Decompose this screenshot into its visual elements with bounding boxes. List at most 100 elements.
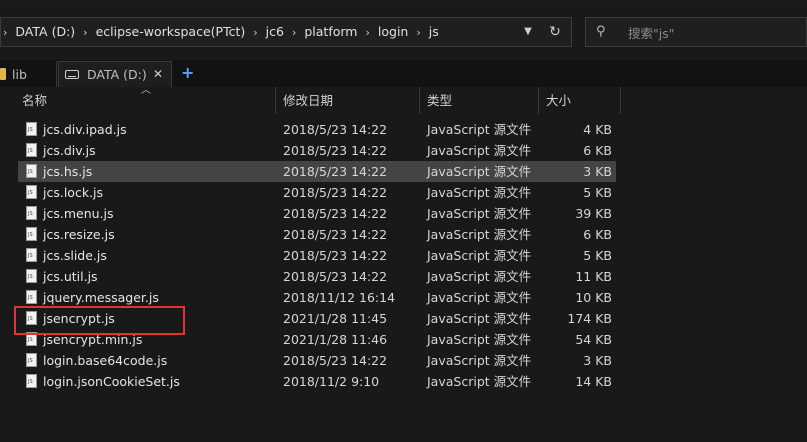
file-row[interactable]: jcs.hs.js 2018/5/23 14:22 JavaScript 源文件 3 … [18,161,616,182]
file-name: jcs.div.js [43,143,96,158]
file-name: jcs.slide.js [43,248,107,263]
file-type: JavaScript 源文件 [427,122,532,137]
drive-icon [65,70,79,79]
breadcrumb-chevron-icon[interactable]: › [251,26,259,39]
file-date: 2018/11/2 9:10 [283,374,380,389]
breadcrumb-item[interactable]: js [423,18,445,46]
file-row[interactable]: jcs.slide.js 2018/5/23 14:22 JavaScript 源文… [18,245,616,266]
column-divider[interactable] [275,87,276,114]
js-file-icon [26,332,37,346]
file-name: jcs.util.js [43,269,98,284]
column-date[interactable]: 修改日期 [277,87,419,114]
file-size: 4 KB [583,122,612,137]
breadcrumb-chevron-icon[interactable]: › [363,26,371,39]
file-date: 2018/5/23 14:22 [283,164,388,179]
js-file-icon [26,248,37,262]
column-size-label: 大小 [546,93,572,108]
file-size: 11 KB [575,269,612,284]
file-row[interactable]: jcs.div.js 2018/5/23 14:22 JavaScript 源文件 6… [18,140,616,161]
file-name: login.jsonCookieSet.js [43,374,180,389]
file-row[interactable]: jcs.lock.js 2018/5/23 14:22 JavaScript 源文件… [18,182,616,203]
address-bar[interactable]: › DATA (D:) › eclipse-workspace(PTct) › jc6 ›… [0,17,572,47]
breadcrumb-item[interactable]: jc6 [260,18,290,46]
file-date: 2018/5/23 14:22 [283,206,388,221]
file-size: 6 KB [583,227,612,242]
column-divider[interactable] [620,87,621,114]
file-type: JavaScript 源文件 [427,206,532,221]
file-name: jsencrypt.min.js [43,332,143,347]
refresh-icon[interactable]: ↻ [546,23,564,41]
file-row[interactable]: jquery.messager.js 2018/11/12 16:14 JavaSc… [18,287,616,308]
column-size[interactable]: 大小 [540,87,620,114]
file-type: JavaScript 源文件 [427,248,532,263]
file-name: jcs.menu.js [43,206,114,221]
file-name: jcs.div.ipad.js [43,122,127,137]
js-file-icon [26,206,37,220]
file-type: JavaScript 源文件 [427,269,532,284]
file-row[interactable]: jcs.menu.js 2018/5/23 14:22 JavaScript 源文件… [18,203,616,224]
js-file-icon [26,353,37,367]
file-date: 2018/5/23 14:22 [283,269,388,284]
empty-pane-area [622,87,807,442]
file-row[interactable]: jsencrypt.min.js 2021/1/28 11:46 JavaScrip… [18,329,616,350]
file-size: 5 KB [583,185,612,200]
file-name: login.base64code.js [43,353,168,368]
file-date: 2018/5/23 14:22 [283,143,388,158]
file-row[interactable]: login.base64code.js 2018/5/23 14:22 JavaSc… [18,350,616,371]
column-type[interactable]: 类型 [421,87,538,114]
file-date: 2018/5/23 14:22 [283,353,388,368]
file-size: 3 KB [583,164,612,179]
new-tab-icon[interactable]: + [181,63,194,82]
file-size: 39 KB [575,206,612,221]
file-row[interactable]: jcs.resize.js 2018/5/23 14:22 JavaScript 源… [18,224,616,245]
js-file-icon [26,269,37,283]
close-icon[interactable]: ✕ [153,67,163,81]
file-date: 2018/5/23 14:22 [283,248,388,263]
file-size: 6 KB [583,143,612,158]
file-type: JavaScript 源文件 [427,290,532,305]
chevron-down-icon[interactable]: ▼ [520,24,536,40]
column-header: ︿ 名称 修改日期 类型 大小 [0,85,622,114]
file-row[interactable]: jcs.div.ipad.js 2018/5/23 14:22 JavaScript… [18,119,616,140]
tab-label: lib [12,66,27,82]
file-date: 2021/1/28 11:46 [283,332,388,347]
search-box[interactable]: ⚲ [585,17,807,47]
breadcrumb-chevron-icon[interactable]: › [414,26,422,39]
file-type: JavaScript 源文件 [427,185,532,200]
js-file-icon [26,185,37,199]
file-size: 174 KB [567,311,612,326]
search-input[interactable] [626,22,800,44]
file-row[interactable]: jcs.util.js 2018/5/23 14:22 JavaScript 源文件… [18,266,616,287]
column-divider[interactable] [419,87,420,114]
file-row[interactable]: login.jsonCookieSet.js 2018/11/2 9:10 Java… [18,371,616,392]
window-icon: ᅳ [0,0,14,4]
breadcrumb-item[interactable]: platform [298,18,363,46]
breadcrumb-chevron-icon[interactable]: › [81,26,89,39]
tab-lib[interactable]: lib [0,61,57,87]
column-divider[interactable] [538,87,539,114]
column-name[interactable]: 名称 [16,87,275,114]
js-file-icon [26,164,37,178]
breadcrumb-chevron-icon[interactable]: › [290,26,298,39]
file-date: 2018/5/23 14:22 [283,185,388,200]
file-row[interactable]: jsencrypt.js 2021/1/28 11:45 JavaScript 源文… [18,308,616,329]
file-type: JavaScript 源文件 [427,374,532,389]
tab-data-drive[interactable]: DATA (D:) ✕ [58,61,172,87]
file-size: 10 KB [575,290,612,305]
column-date-label: 修改日期 [283,93,334,108]
title-strip: ᅳ [0,0,807,8]
file-size: 14 KB [575,374,612,389]
file-name: jcs.resize.js [43,227,115,242]
breadcrumb-item[interactable]: eclipse-workspace(PTct) [90,18,252,46]
tab-label: DATA (D:) [87,67,147,82]
file-date: 2021/1/28 11:45 [283,311,388,326]
breadcrumb-item[interactable]: DATA (D:) [9,18,81,46]
file-type: JavaScript 源文件 [427,164,532,179]
column-name-label: 名称 [22,93,48,108]
file-name: jcs.hs.js [43,164,93,179]
breadcrumb-item[interactable]: login [372,18,414,46]
js-file-icon [26,143,37,157]
breadcrumb-root-chevron-icon[interactable]: › [1,26,9,39]
js-file-icon [26,122,37,136]
file-type: JavaScript 源文件 [427,332,532,347]
